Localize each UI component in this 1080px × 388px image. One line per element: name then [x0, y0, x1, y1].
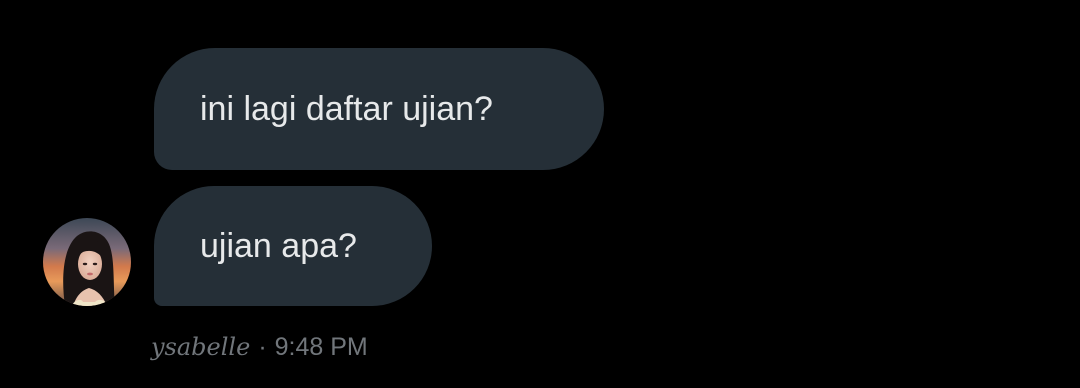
message-text: ujian apa?: [200, 227, 357, 265]
message-text: ini lagi daftar ujian?: [200, 90, 493, 128]
message-meta: ysabelle · 9:48 PM: [151, 330, 368, 364]
avatar[interactable]: [43, 218, 131, 306]
message-timestamp: 9:48 PM: [274, 332, 368, 361]
message-bubble[interactable]: ujian apa?: [154, 186, 432, 306]
sender-name[interactable]: ysabelle: [151, 333, 250, 361]
message-bubble[interactable]: ini lagi daftar ujian?: [154, 48, 604, 170]
message-thread: ini lagi daftar ujian? ujian apa? ysabel…: [0, 0, 1080, 388]
profile-photo-icon: [43, 218, 131, 306]
meta-separator: ·: [258, 332, 267, 361]
